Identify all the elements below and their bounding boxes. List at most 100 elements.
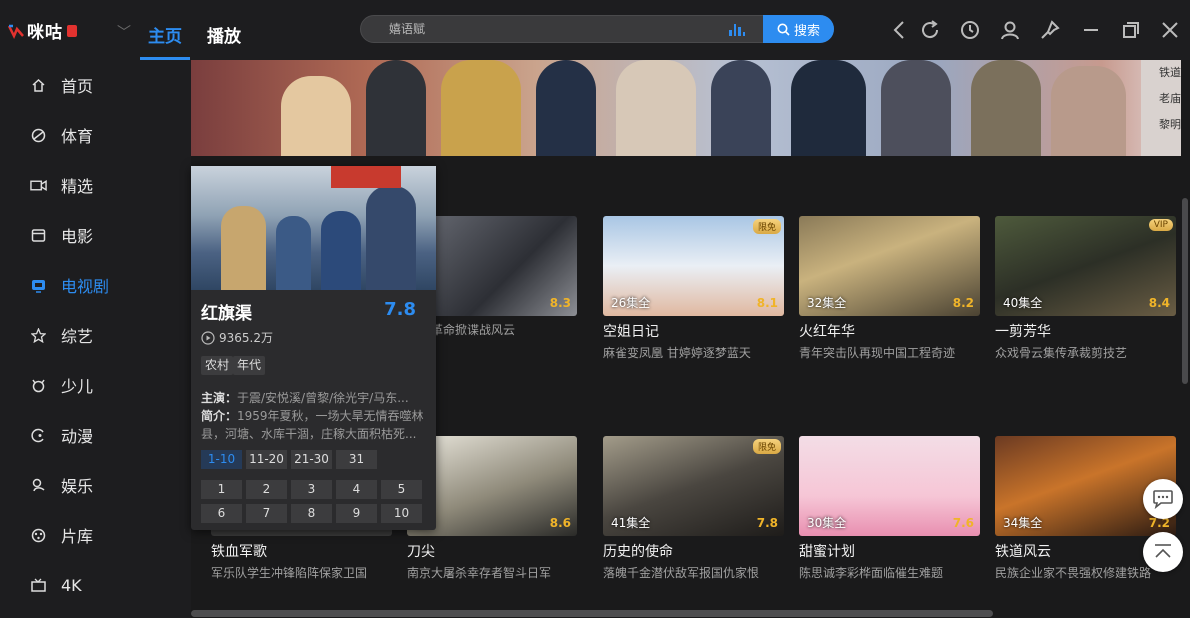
video-thumbnail: 限免 26集全 8.1 xyxy=(603,216,784,316)
cast-line: 主演：于震/安悦溪/曾黎/徐光宇/马东... xyxy=(201,389,426,406)
episode-range-tab[interactable]: 31 xyxy=(336,450,377,469)
vertical-scrollbar[interactable] xyxy=(1182,198,1188,384)
episode-button[interactable]: 4 xyxy=(336,480,377,499)
sidebar-item-label: 动漫 xyxy=(61,427,94,446)
back-to-top-button[interactable] xyxy=(1143,532,1183,572)
search-input[interactable] xyxy=(389,20,719,38)
logo-text: 咪咕 xyxy=(27,23,63,43)
video-title: 甜蜜计划 xyxy=(799,544,855,560)
video-card[interactable]: VIP 40集全 8.4 一剪芳华 众戏骨云集传承裁剪技艺 xyxy=(995,216,1176,361)
video-camera-icon xyxy=(30,177,47,194)
kids-icon xyxy=(30,377,47,394)
hero-banner[interactable]: 铁道 老庙 黎明 xyxy=(191,60,1181,156)
sidebar: 首页 体育 精选 电影 电视剧 综艺 少儿 动漫 娱乐 片库 4K xyxy=(0,60,191,618)
episode-button[interactable]: 8 xyxy=(291,504,332,523)
sidebar-item-library[interactable]: 片库 xyxy=(30,520,93,550)
episode-button[interactable]: 1 xyxy=(201,480,242,499)
rating-score: 7.8 xyxy=(756,516,778,530)
home-icon xyxy=(30,77,47,94)
sidebar-item-label: 综艺 xyxy=(61,327,94,346)
genre-tag[interactable]: 年代 xyxy=(233,356,266,375)
popup-thumbnail[interactable] xyxy=(191,166,436,290)
history-clock-icon[interactable] xyxy=(958,18,982,42)
episode-count: 32集全 xyxy=(807,296,847,310)
search-icon xyxy=(777,23,790,36)
cast-value: 于震/安悦溪/曾黎/徐光宇/马东... xyxy=(237,391,409,405)
sidebar-item-home[interactable]: 首页 xyxy=(30,70,93,100)
genre-tag[interactable]: 农村 xyxy=(201,356,234,375)
episode-range-tab[interactable]: 11-20 xyxy=(246,450,287,469)
library-icon xyxy=(30,527,47,544)
cast-label: 主演： xyxy=(201,391,238,405)
sidebar-item-movies[interactable]: 电影 xyxy=(30,220,93,250)
video-card[interactable]: 32集全 8.2 火红年华 青年突击队再现中国工程奇迹 xyxy=(799,216,980,361)
user-icon[interactable] xyxy=(998,18,1022,42)
episode-button[interactable]: 7 xyxy=(246,504,287,523)
play-count: 9365.2万 xyxy=(201,329,273,346)
close-icon[interactable] xyxy=(1158,18,1182,42)
episode-button[interactable]: 10 xyxy=(381,504,422,523)
minimize-icon[interactable] xyxy=(1079,18,1103,42)
feedback-button[interactable] xyxy=(1143,479,1183,519)
horizontal-scrollbar[interactable] xyxy=(191,610,993,617)
video-thumbnail: 32集全 8.2 xyxy=(799,216,980,316)
rating-score: 7.6 xyxy=(952,516,974,530)
banner-side-item[interactable]: 老庙 xyxy=(1159,86,1181,112)
voice-search-icon[interactable] xyxy=(729,22,745,36)
intro-line: 简介：1959年夏秋，一场大旱无情吞噬林 xyxy=(201,407,426,424)
sidebar-item-tv-series[interactable]: 电视剧 xyxy=(30,270,109,300)
video-description: 青年突击队再现中国工程奇迹 xyxy=(799,346,956,360)
episode-range-tab[interactable]: 21-30 xyxy=(291,450,332,469)
sidebar-item-label: 电视剧 xyxy=(61,277,110,296)
video-description: 南京大屠杀幸存者智斗日军 xyxy=(407,566,552,580)
video-thumbnail: VIP 40集全 8.4 xyxy=(995,216,1176,316)
video-title: 一剪芳华 xyxy=(995,324,1051,340)
refresh-icon[interactable] xyxy=(918,18,942,42)
4k-icon xyxy=(30,577,47,594)
pin-icon[interactable] xyxy=(1038,18,1062,42)
entertainment-icon xyxy=(30,477,47,494)
maximize-icon[interactable] xyxy=(1119,18,1143,42)
banner-side-list: 铁道 老庙 黎明 xyxy=(1141,60,1181,156)
video-card[interactable]: 限免 41集全 7.8 历史的使命 落魄千金潜伏敌军报国仇家恨 xyxy=(603,436,784,581)
tab-play[interactable]: 播放 xyxy=(207,22,241,47)
banner-side-item[interactable]: 铁道 xyxy=(1159,60,1181,86)
chevron-down-icon[interactable]: ﹀ xyxy=(117,22,131,42)
rating-score: 8.1 xyxy=(756,296,778,310)
video-card[interactable]: 限免 26集全 8.1 空姐日记 麻雀变凤凰 甘婷婷逐梦蓝天 xyxy=(603,216,784,361)
sidebar-item-sports[interactable]: 体育 xyxy=(30,120,93,150)
episode-count: 30集全 xyxy=(807,516,847,530)
sidebar-item-entertainment[interactable]: 娱乐 xyxy=(30,470,93,500)
episode-range-tab[interactable]: 1-10 xyxy=(201,450,242,469)
horizontal-scrollbar-track xyxy=(191,609,1190,618)
vip-badge: VIP xyxy=(1148,219,1173,231)
rating-score: 8.2 xyxy=(952,296,974,310)
sidebar-item-kids[interactable]: 少儿 xyxy=(30,370,93,400)
sidebar-item-featured[interactable]: 精选 xyxy=(30,170,93,200)
banner-side-item[interactable]: 黎明 xyxy=(1159,112,1181,138)
sidebar-item-label: 精选 xyxy=(61,177,94,196)
episode-count: 41集全 xyxy=(611,516,651,530)
tab-home[interactable]: 主页 xyxy=(148,22,182,47)
episode-button[interactable]: 6 xyxy=(201,504,242,523)
play-count-icon xyxy=(201,330,215,345)
back-icon[interactable] xyxy=(887,18,911,42)
sidebar-item-variety[interactable]: 综艺 xyxy=(30,320,93,350)
video-card[interactable]: 30集全 7.6 甜蜜计划 陈思诚李彩桦面临催生难题 xyxy=(799,436,980,581)
sidebar-item-anime[interactable]: 动漫 xyxy=(30,420,93,450)
video-title: 刀尖 xyxy=(407,544,435,560)
popup-rating-score: 7.8 xyxy=(384,299,416,320)
video-thumbnail: 限免 41集全 7.8 xyxy=(603,436,784,536)
sidebar-item-4k[interactable]: 4K xyxy=(30,570,82,600)
star-icon xyxy=(30,327,47,344)
video-title: 火红年华 xyxy=(799,324,855,340)
episode-button[interactable]: 3 xyxy=(291,480,332,499)
video-thumbnail: 30集全 7.6 xyxy=(799,436,980,536)
migu-logo[interactable]: 咪咕 xyxy=(8,18,77,43)
episode-button[interactable]: 5 xyxy=(381,480,422,499)
episode-button[interactable]: 9 xyxy=(336,504,377,523)
episode-button[interactable]: 2 xyxy=(246,480,287,499)
search-button[interactable]: 搜索 xyxy=(763,15,834,43)
sidebar-item-label: 片库 xyxy=(61,527,94,546)
sidebar-item-label: 娱乐 xyxy=(61,477,94,496)
